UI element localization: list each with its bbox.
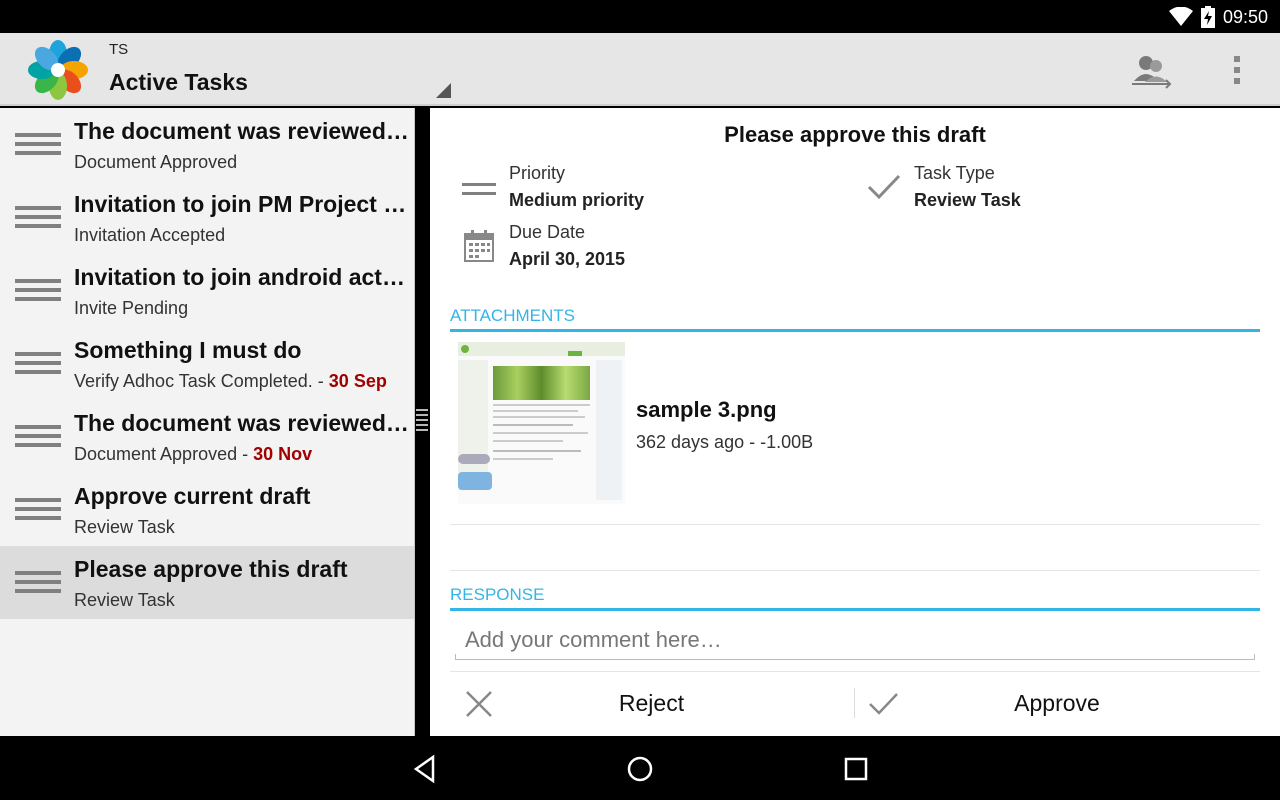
task-title: The document was reviewed and approved	[74, 410, 409, 436]
task-list: The document was reviewed and approved D…	[0, 108, 415, 736]
task-type-check-icon	[867, 174, 901, 200]
task-subtitle: Review Task	[74, 517, 175, 537]
task-title: Approve current draft	[74, 483, 311, 509]
screen-title-spinner[interactable]: Active Tasks	[109, 69, 248, 96]
task-due-date: 30 Nov	[253, 444, 313, 464]
task-subtitle: Invitation Accepted	[74, 225, 226, 245]
priority-value: Medium priority	[509, 190, 645, 210]
medium-priority-icon	[15, 571, 61, 597]
alfresco-logo-icon[interactable]	[26, 38, 90, 102]
task-detail: Please approve this draft Priority Mediu…	[430, 108, 1280, 736]
due-date-value: April 30, 2015	[509, 249, 626, 269]
task-title: The document was reviewed and approved	[74, 118, 409, 144]
attachment-meta: 362 days ago - -1.00B	[636, 432, 814, 452]
task-type-value: Review Task	[914, 190, 1021, 210]
medium-priority-icon	[15, 206, 61, 232]
task-title: Please approve this draft	[74, 556, 348, 582]
battery-charging-icon	[1200, 6, 1215, 28]
status-bar: 09:50	[0, 0, 1280, 33]
task-due-date: 30 Sep	[328, 371, 387, 391]
reject-button[interactable]: Reject	[450, 672, 853, 736]
task-subtitle: Verify Adhoc Task Completed. - 30 Sep	[74, 371, 387, 391]
task-subtitle: Review Task	[74, 590, 175, 610]
navigation-bar	[0, 736, 1280, 800]
spinner-indicator-icon	[436, 83, 451, 98]
attachment-item[interactable]: sample 3.png 362 days ago - -1.00B	[450, 338, 1260, 525]
attachment-name: sample 3.png	[636, 397, 777, 422]
due-date-label: Due Date	[509, 222, 586, 242]
attachment-thumbnail	[458, 342, 625, 504]
priority-icon	[462, 183, 496, 199]
action-bar: TS Active Tasks	[0, 33, 1280, 106]
clock: 09:50	[1222, 6, 1268, 27]
recents-icon[interactable]	[839, 752, 873, 786]
task-subtitle: Invite Pending	[74, 298, 189, 318]
task-title: Something I must do	[74, 337, 302, 363]
reject-label: Reject	[618, 690, 685, 716]
task-list-item-selected[interactable]: Please approve this draft Review Task	[0, 546, 414, 619]
task-list-item[interactable]: Invitation to join PM Project - Accepted…	[0, 181, 414, 254]
wifi-icon	[1168, 7, 1193, 26]
task-subtitle: Document Approved	[74, 152, 238, 172]
divider	[450, 570, 1260, 571]
task-list-item[interactable]: Invitation to join android activities In…	[0, 254, 414, 327]
calendar-icon	[464, 230, 494, 262]
detail-title: Please approve this draft	[724, 122, 986, 147]
pane-resize-handle-icon[interactable]	[416, 409, 428, 437]
task-list-item[interactable]: The document was reviewed and approved D…	[0, 108, 414, 181]
task-list-item[interactable]: The document was reviewed and approved D…	[0, 400, 414, 473]
response-header: RESPONSE	[450, 585, 1260, 611]
overflow-menu-icon[interactable]	[1227, 53, 1247, 87]
priority-label: Priority	[509, 163, 566, 183]
sync-accounts-icon[interactable]	[1126, 51, 1176, 91]
medium-priority-icon	[15, 498, 61, 524]
task-list-item[interactable]: Something I must do Verify Adhoc Task Co…	[0, 327, 414, 400]
medium-priority-icon	[15, 133, 61, 159]
medium-priority-icon	[15, 279, 61, 305]
account-name: TS	[109, 41, 129, 58]
attachments-header: ATTACHMENTS	[450, 306, 1260, 332]
medium-priority-icon	[15, 425, 61, 451]
task-title: Invitation to join android activities	[74, 264, 409, 290]
comment-input-underline	[455, 654, 1255, 660]
medium-priority-icon	[15, 352, 61, 378]
approve-label: Approve	[1014, 690, 1100, 716]
task-list-item[interactable]: Approve current draft Review Task	[0, 473, 414, 546]
approve-button[interactable]: Approve	[854, 672, 1260, 736]
status-icons: 09:50	[1168, 6, 1268, 28]
back-icon[interactable]	[408, 752, 442, 786]
home-icon[interactable]	[623, 752, 657, 786]
task-type-label: Task Type	[914, 163, 995, 183]
task-subtitle: Document Approved - 30 Nov	[74, 444, 313, 464]
task-title: Invitation to join PM Project - Accepted	[74, 191, 409, 217]
